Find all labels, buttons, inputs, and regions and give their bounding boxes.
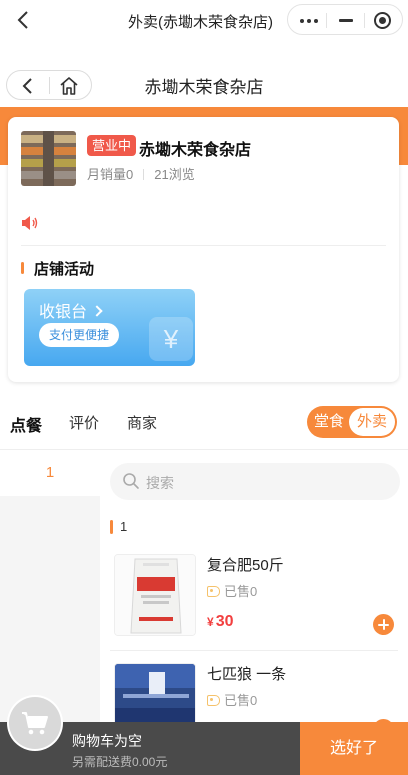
product-group-title: 1 [120,519,128,534]
tab-reviews[interactable]: 评价 [69,412,99,433]
sold-count: 已售0 [207,690,257,709]
category-sidebar: 1 [0,450,100,722]
miniprogram-title: 外卖(赤墈木荣食杂店) [128,14,273,31]
status-badge: 营业中 [87,135,137,156]
view-count: 21浏览 [154,167,195,182]
fertilizer-bag-icon [115,555,195,635]
dine-in-option[interactable]: 堂食 [307,406,351,438]
tab-merchant[interactable]: 商家 [127,412,157,433]
add-to-cart-button[interactable] [373,614,394,635]
nav-divider [49,77,50,94]
tab-bar: 点餐 评价 商家 堂食 外卖 [0,406,408,438]
product-name: 复合肥50斤 [207,557,284,574]
tab-order[interactable]: 点餐 [10,412,42,436]
announcement-icon [22,216,38,230]
search-placeholder: 搜索 [146,475,174,491]
order-mode-toggle: 堂食 外卖 [307,406,397,438]
cigarette-carton-icon [115,664,195,722]
search-icon [123,473,139,489]
more-icon[interactable] [300,19,304,23]
takeout-option[interactable]: 外卖 [349,408,395,436]
checkout-button[interactable]: 选好了 [300,722,408,775]
cashier-card[interactable]: 收银台 支付更便捷 ¥ [24,289,195,366]
capsule-divider [364,13,365,28]
home-icon[interactable] [57,74,81,98]
product-item[interactable]: 复合肥50斤 已售0 ¥30 [110,554,408,664]
nav-back-icon[interactable] [17,75,39,97]
product-name: 七匹狼 一条 [207,666,287,683]
group-marker [110,520,113,534]
miniprogram-bar: 外卖(赤墈木荣食杂店) [0,0,408,40]
shopping-cart-icon [22,712,48,735]
search-box[interactable]: 搜索 [110,463,400,500]
shop-image [21,131,76,186]
stats-divider [143,169,145,180]
cashier-button[interactable]: 支付更便捷 [39,323,120,347]
product-divider [110,650,398,651]
tag-icon [207,695,220,706]
delivery-fee: 另需配送费0.00元 [72,755,168,769]
back-icon[interactable] [12,8,36,32]
capsule-menu [287,4,403,35]
nav-button-group [6,70,92,100]
minimize-icon[interactable] [339,19,353,22]
product-item[interactable]: 七匹狼 一条 已售0 [110,663,408,722]
cart-status: 购物车为空 [72,733,142,749]
section-marker [21,262,24,274]
section-title: 店铺活动 [34,261,95,278]
product-image [114,663,196,722]
card-divider [21,245,386,246]
category-item[interactable]: 1 [0,450,100,496]
chevron-right-icon [91,305,103,317]
shop-stats: 月销量0 21浏览 [87,164,195,183]
cart-button[interactable] [9,697,61,749]
tag-icon [207,586,220,597]
cart-bar: 购物车为空 另需配送费0.00元 选好了 [0,722,408,775]
shop-name: 赤墈木荣食杂店 [139,142,252,159]
sold-count: 已售0 [207,581,257,600]
monthly-sales: 月销量0 [87,167,134,182]
navbar: 赤墈木荣食杂店 [0,64,408,104]
close-miniprogram-icon[interactable] [374,12,391,29]
product-image [114,554,196,636]
yen-icon: ¥ [149,317,193,361]
shop-card: 营业中 赤墈木荣食杂店 月销量0 21浏览 店铺活动 收银台 支付更便捷 ¥ [8,117,399,382]
capsule-divider [326,13,327,28]
cashier-title: 收银台 [39,298,103,322]
product-price: ¥30 [207,613,234,630]
